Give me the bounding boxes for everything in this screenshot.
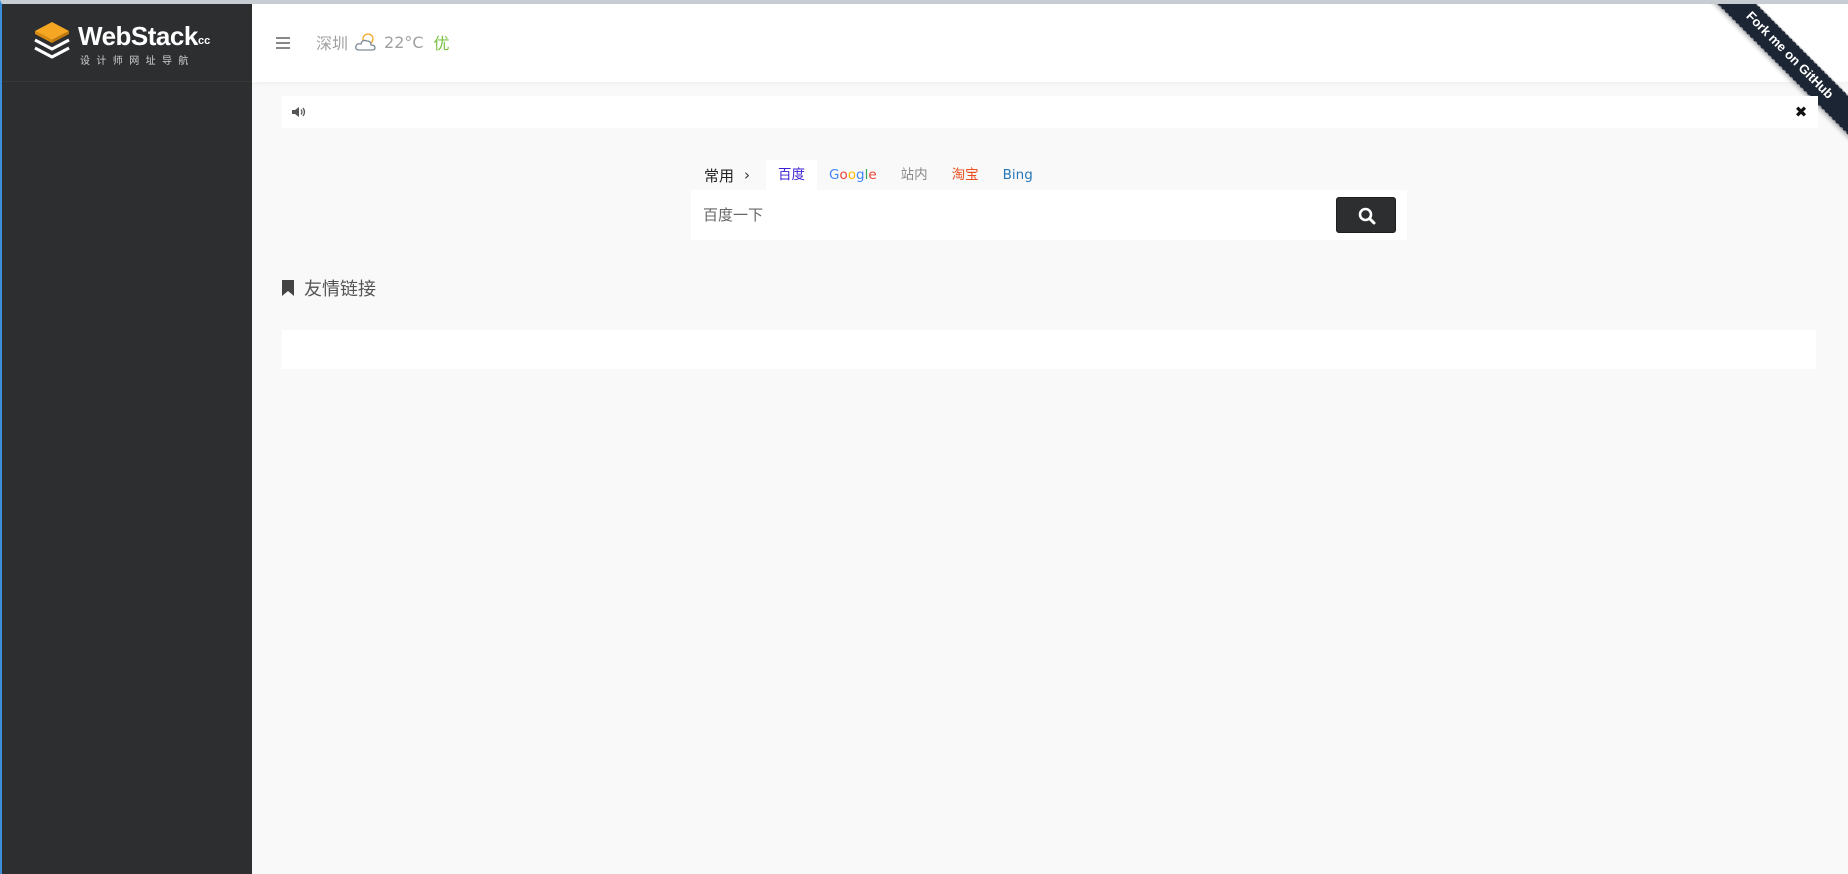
browser-frame — [0, 0, 1848, 874]
tab-site-search[interactable]: 站内 — [889, 160, 940, 190]
close-icon[interactable]: ✖ — [1791, 100, 1811, 124]
search-button[interactable] — [1336, 197, 1396, 233]
section-title-text: 友情链接 — [304, 279, 376, 300]
logo-suffix: .cc — [195, 35, 211, 47]
air-quality-badge: 优 — [433, 34, 450, 53]
logo-tagline: 设计师网址导航 — [80, 56, 195, 67]
partly-cloudy-icon — [355, 33, 376, 51]
section-title: 友情链接 — [282, 276, 376, 300]
weather-city: 深圳 — [316, 34, 349, 53]
search-input[interactable] — [703, 199, 1323, 231]
top-bar: 深圳 22°C 优 — [252, 4, 1848, 82]
github-ribbon[interactable]: Fork me on GitHub — [1699, 4, 1848, 153]
tab-taobao[interactable]: 淘宝 — [940, 160, 991, 190]
logo-wordmark: WebStack — [78, 21, 198, 51]
chevron-right-icon: › — [744, 166, 751, 184]
notice-bar: ✖ — [282, 96, 1818, 128]
search-group-label[interactable]: 常用 — [704, 165, 734, 186]
stack-logo-icon — [34, 22, 70, 59]
site-logo[interactable]: WebStack .cc 设计师网址导航 — [2, 4, 252, 82]
search-engine-tabs: 常用 › 百度 Google 站内 淘宝 Bing — [691, 160, 1045, 190]
friend-links-card — [282, 330, 1816, 369]
menu-toggle-icon[interactable] — [276, 37, 290, 49]
tab-google[interactable]: Google — [817, 160, 889, 190]
sidebar: WebStack .cc 设计师网址导航 — [2, 4, 252, 874]
search-icon — [1358, 207, 1376, 225]
speaker-icon — [292, 107, 306, 117]
tab-bing[interactable]: Bing — [991, 160, 1045, 190]
tab-baidu[interactable]: 百度 — [766, 160, 818, 190]
search-box — [691, 190, 1407, 240]
weather-widget[interactable]: 深圳 22°C 优 — [316, 30, 450, 54]
bookmark-icon — [282, 280, 294, 296]
weather-temperature: 22°C — [384, 32, 424, 52]
